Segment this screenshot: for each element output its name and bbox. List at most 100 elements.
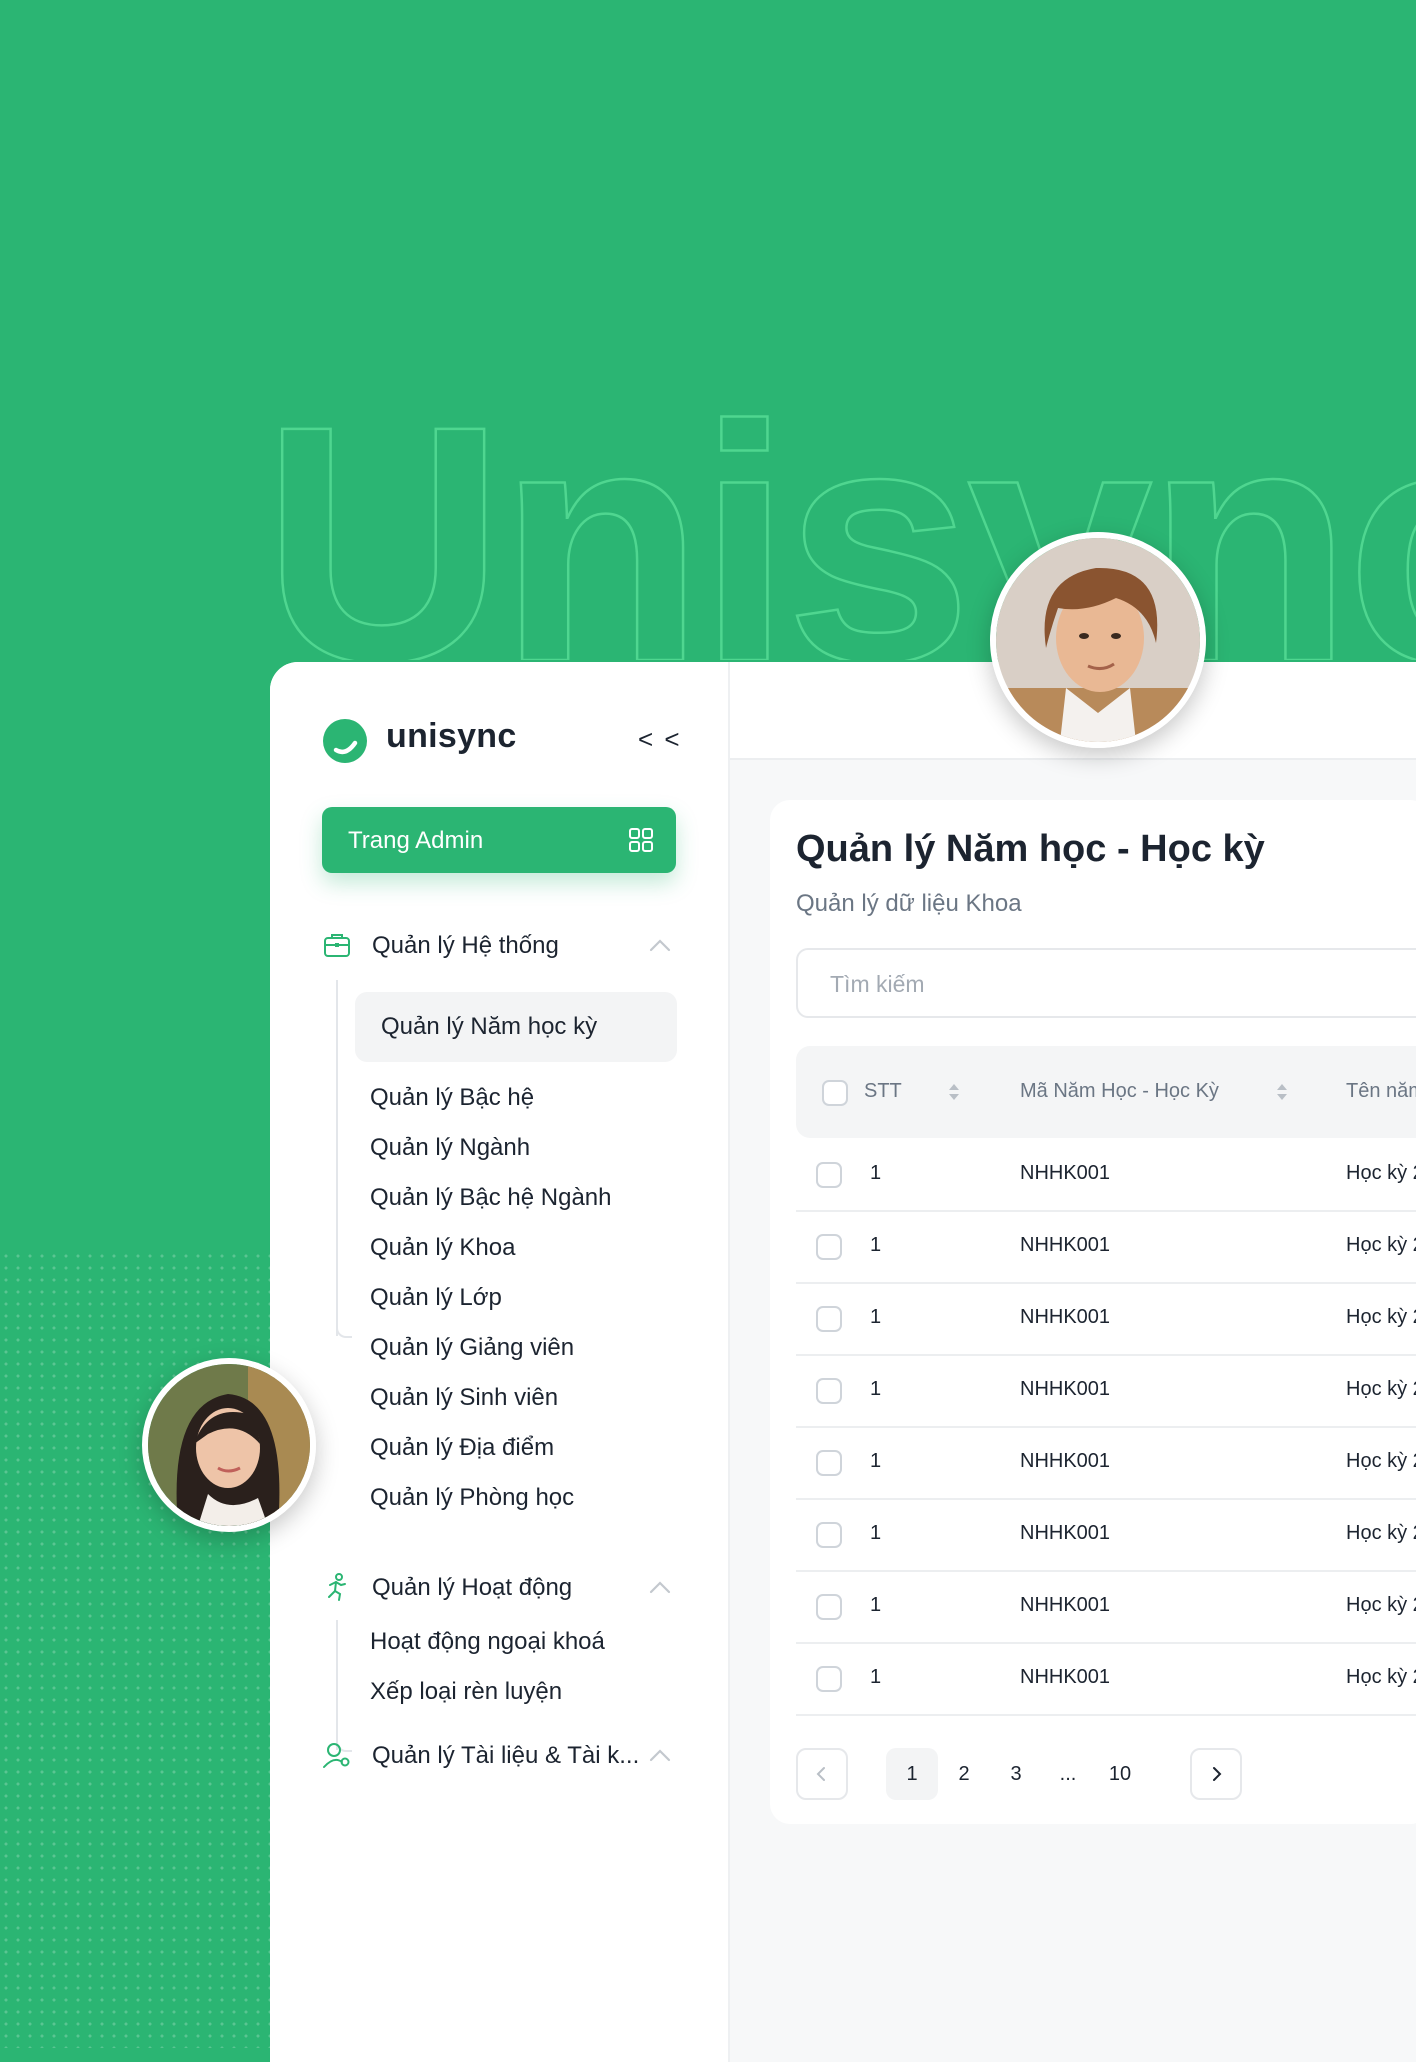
row-checkbox[interactable] [816, 1666, 842, 1692]
column-header-code[interactable]: Mã Năm Học - Học Kỳ [1020, 1080, 1219, 1103]
sidebar-item-location[interactable]: Quản lý Địa điểm [370, 1434, 554, 1474]
brand-name: unisync [386, 717, 517, 755]
nav-group-activities[interactable]: Quản lý Hoạt động [322, 1568, 676, 1608]
search-field[interactable] [796, 948, 1416, 1018]
nav-group-label: Quản lý Tài liệu & Tài k... [372, 1742, 640, 1769]
page-subtitle: Quản lý dữ liệu Khoa [796, 890, 1022, 917]
page-number-1[interactable]: 1 [886, 1748, 938, 1800]
table-row[interactable]: 1 NHHK001 Học kỳ 2 [796, 1426, 1416, 1500]
cell-name: Học kỳ 2 [1346, 1666, 1416, 1688]
briefcase-icon [324, 934, 350, 957]
column-header-name[interactable]: Tên năm [1346, 1080, 1416, 1103]
nav-group-documents-accounts[interactable]: Quản lý Tài liệu & Tài k... [322, 1736, 676, 1776]
cell-stt: 1 [870, 1234, 882, 1256]
cell-name: Học kỳ 2 [1346, 1450, 1416, 1472]
sidebar-item-lecturer[interactable]: Quản lý Giảng viên [370, 1334, 574, 1374]
chevron-up-icon[interactable] [648, 1578, 672, 1596]
cell-name: Học kỳ 2 [1346, 1378, 1416, 1400]
admin-page-label: Trang Admin [348, 827, 484, 854]
cell-name: Học kỳ 2 [1346, 1234, 1416, 1256]
table-row[interactable]: 1 NHHK001 Học kỳ 2 [796, 1354, 1416, 1428]
search-input[interactable] [828, 968, 1392, 1000]
table-row[interactable]: 1 NHHK001 Học kỳ 2 [796, 1498, 1416, 1572]
nav-group-system[interactable]: Quản lý Hệ thống [322, 926, 676, 966]
cell-code: NHHK001 [1020, 1666, 1111, 1688]
avatar-woman [142, 1358, 316, 1532]
admin-page-button[interactable]: Trang Admin [322, 807, 676, 873]
cell-name: Học kỳ 2 [1346, 1306, 1416, 1328]
column-header-stt[interactable]: STT [864, 1080, 902, 1103]
cell-code: NHHK001 [1020, 1234, 1111, 1256]
chevron-up-icon[interactable] [648, 1746, 672, 1764]
row-checkbox[interactable] [816, 1306, 842, 1332]
table-row[interactable]: 1 NHHK001 Học kỳ 2 [796, 1138, 1416, 1212]
cell-stt: 1 [870, 1666, 882, 1688]
next-page-button[interactable] [1190, 1748, 1242, 1800]
row-checkbox[interactable] [816, 1522, 842, 1548]
row-checkbox[interactable] [816, 1378, 842, 1404]
cell-stt: 1 [870, 1162, 882, 1184]
table-row[interactable]: 1 NHHK001 Học kỳ 2 [796, 1210, 1416, 1284]
app-window: unisync < < Trang Admin Quản lý Hệ thống [270, 662, 1416, 2062]
unisync-logo-icon [323, 719, 367, 763]
tree-branch [336, 1322, 352, 1338]
brand-watermark: Unisync [262, 398, 1416, 660]
sidebar-item-classroom[interactable]: Quản lý Phòng học [370, 1484, 574, 1524]
cell-code: NHHK001 [1020, 1450, 1111, 1472]
user-settings-icon [323, 1743, 350, 1768]
row-checkbox[interactable] [816, 1594, 842, 1620]
nav-group-label: Quản lý Hệ thống [372, 932, 559, 959]
page-number-2[interactable]: 2 [938, 1748, 990, 1800]
chevron-left-icon [816, 1767, 825, 1781]
row-checkbox[interactable] [816, 1234, 842, 1260]
prev-page-button[interactable] [796, 1748, 848, 1800]
cell-code: NHHK001 [1020, 1594, 1111, 1616]
sort-icon[interactable] [948, 1082, 960, 1102]
cell-code: NHHK001 [1020, 1378, 1111, 1400]
chevron-right-icon [1213, 1767, 1222, 1781]
page-ellipsis: ... [1059, 1763, 1077, 1785]
table-row[interactable]: 1 NHHK001 Học kỳ 2 [796, 1642, 1416, 1716]
row-checkbox[interactable] [816, 1162, 842, 1188]
sidebar-item-level-major[interactable]: Quản lý Bậc hệ Ngành [370, 1184, 612, 1224]
cell-name: Học kỳ 2 [1346, 1522, 1416, 1544]
sidebar-item-major[interactable]: Quản lý Ngành [370, 1134, 530, 1174]
cell-code: NHHK001 [1020, 1522, 1111, 1544]
table-header: STT Mã Năm Học - Học Kỳ Tên năm [796, 1046, 1416, 1138]
cell-stt: 1 [870, 1306, 882, 1328]
page-number-10[interactable]: 10 [1094, 1748, 1146, 1800]
grid-icon [629, 828, 653, 852]
nav-group-label: Quản lý Hoạt động [372, 1574, 573, 1601]
tree-connector [336, 1620, 338, 1750]
content-panel: Quản lý Năm học - Học kỳ Quản lý dữ liệu… [770, 800, 1416, 1824]
select-all-checkbox[interactable] [822, 1080, 848, 1106]
page-title: Quản lý Năm học - Học kỳ [796, 828, 1265, 870]
collapse-sidebar-icon[interactable]: < < [638, 724, 682, 755]
table-row[interactable]: 1 NHHK001 Học kỳ 2 [796, 1282, 1416, 1356]
sidebar-item-extracurricular[interactable]: Hoạt động ngoại khoá [370, 1628, 605, 1668]
tree-connector [336, 980, 338, 1336]
sort-icon[interactable] [1276, 1082, 1288, 1102]
cell-stt: 1 [870, 1594, 882, 1616]
sidebar-item-student[interactable]: Quản lý Sinh viên [370, 1384, 558, 1424]
cell-code: NHHK001 [1020, 1306, 1111, 1328]
cell-name: Học kỳ 2 [1346, 1594, 1416, 1616]
sidebar-item-faculty[interactable]: Quản lý Khoa [370, 1234, 515, 1274]
main-content: Quản lý Năm học - Học kỳ Quản lý dữ liệu… [730, 662, 1416, 2062]
cell-stt: 1 [870, 1522, 882, 1544]
avatar-man [990, 532, 1206, 748]
sidebar: unisync < < Trang Admin Quản lý Hệ thống [270, 662, 730, 2062]
cell-name: Học kỳ 2 [1346, 1162, 1416, 1184]
sidebar-item-education-level[interactable]: Quản lý Bậc hệ [370, 1084, 534, 1124]
page-number-3[interactable]: 3 [990, 1748, 1042, 1800]
svg-text:Unisync: Unisync [262, 398, 1416, 660]
chevron-up-icon[interactable] [648, 936, 672, 954]
sidebar-item-academic-year[interactable]: Quản lý Năm học kỳ [355, 992, 677, 1062]
cell-stt: 1 [870, 1378, 882, 1400]
sidebar-item-conduct-rating[interactable]: Xếp loại rèn luyện [370, 1678, 562, 1718]
running-person-icon [328, 1573, 346, 1601]
row-checkbox[interactable] [816, 1450, 842, 1476]
sidebar-item-class[interactable]: Quản lý Lớp [370, 1284, 502, 1324]
cell-code: NHHK001 [1020, 1162, 1111, 1184]
table-row[interactable]: 1 NHHK001 Học kỳ 2 [796, 1570, 1416, 1644]
